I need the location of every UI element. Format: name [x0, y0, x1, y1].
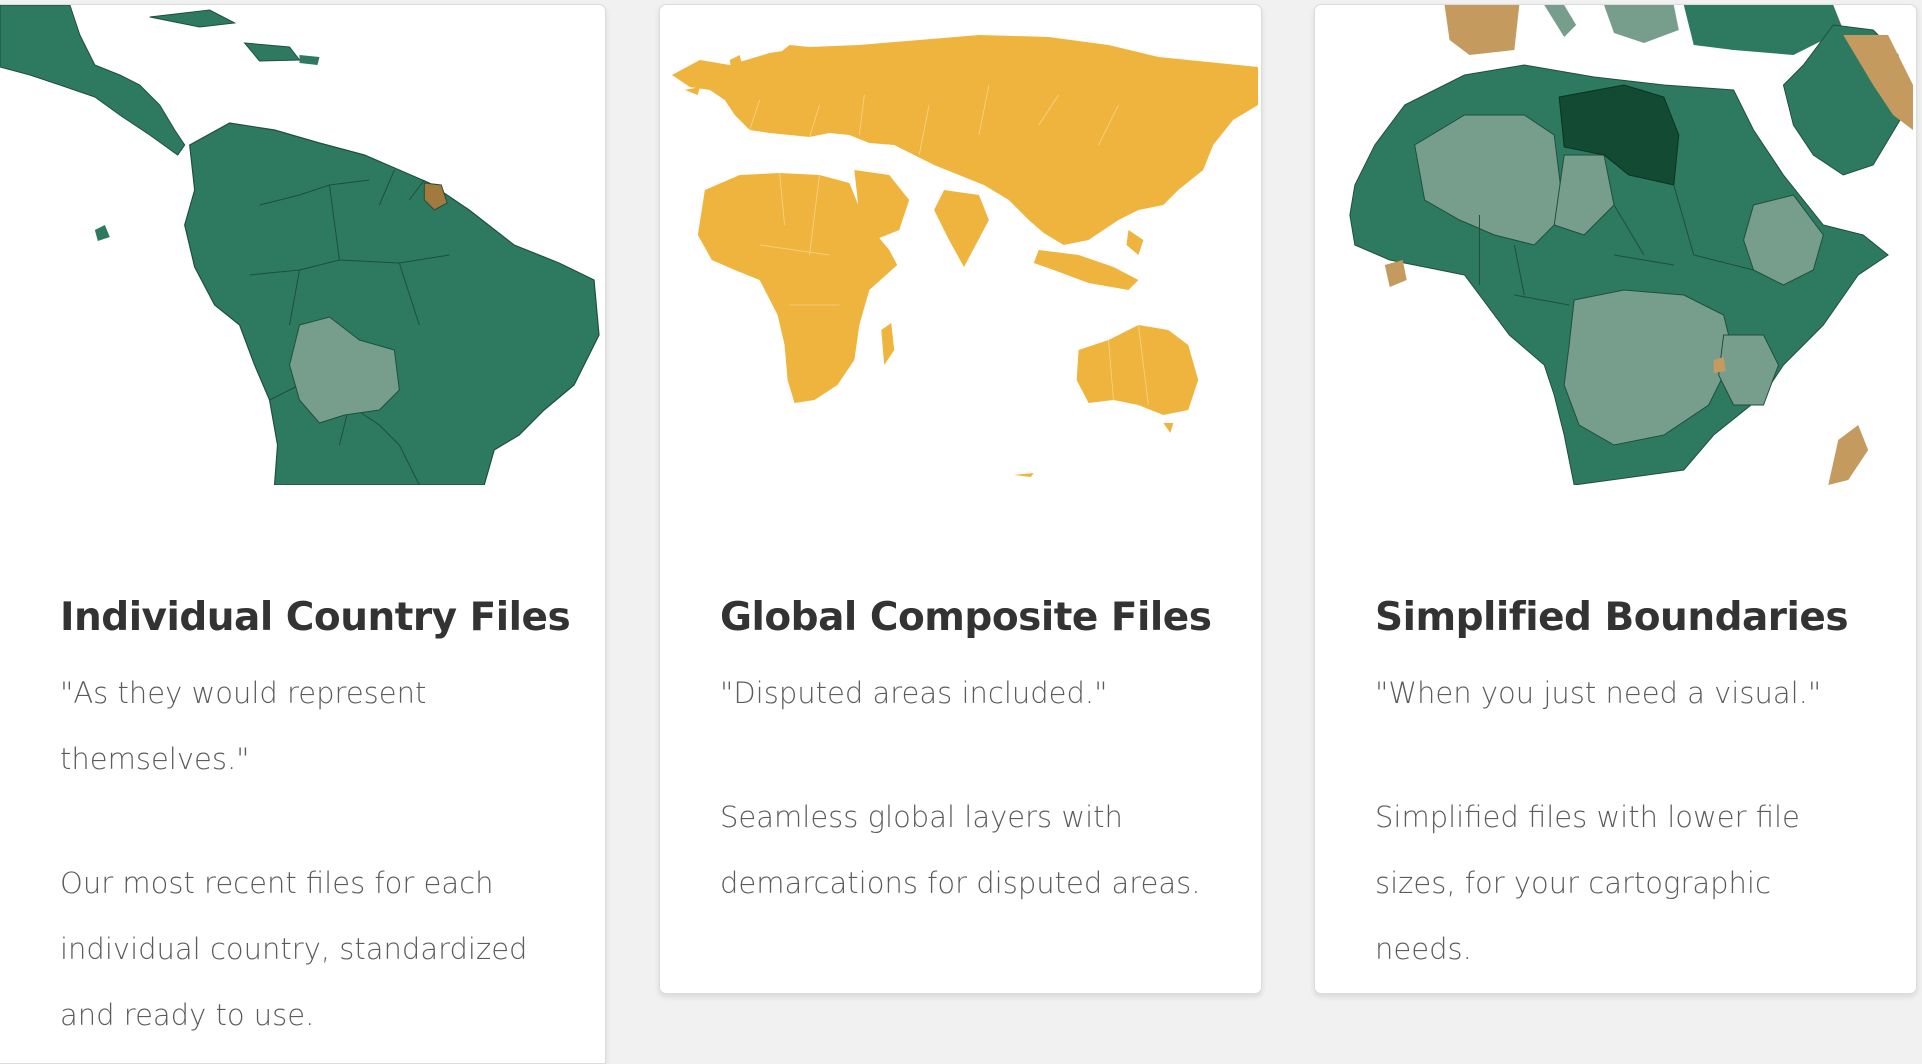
card-description: Our most recent files for each individua… — [60, 866, 528, 1032]
card-description: Seamless global layers with demarcations… — [720, 800, 1201, 900]
card-title: Simplified Boundaries — [1375, 595, 1849, 640]
card-global-composite-files[interactable]: Global Composite Files "Disputed areas i… — [659, 4, 1262, 994]
card-title: Individual Country Files — [60, 595, 571, 640]
card-description: Simplified files with lower file sizes, … — [1375, 800, 1800, 966]
card-individual-country-files[interactable]: Individual Country Files "As they would … — [0, 4, 606, 1064]
south-america-map-icon — [0, 5, 605, 485]
card-quote: "Disputed areas included." — [720, 676, 1108, 710]
world-map-icon — [660, 5, 1261, 485]
card-simplified-boundaries[interactable]: Simplified Boundaries "When you just nee… — [1314, 4, 1917, 994]
card-quote: "As they would represent themselves." — [60, 676, 427, 776]
africa-map-icon — [1315, 5, 1916, 485]
card-quote: "When you just need a visual." — [1375, 676, 1822, 710]
card-title: Global Composite Files — [720, 595, 1212, 640]
